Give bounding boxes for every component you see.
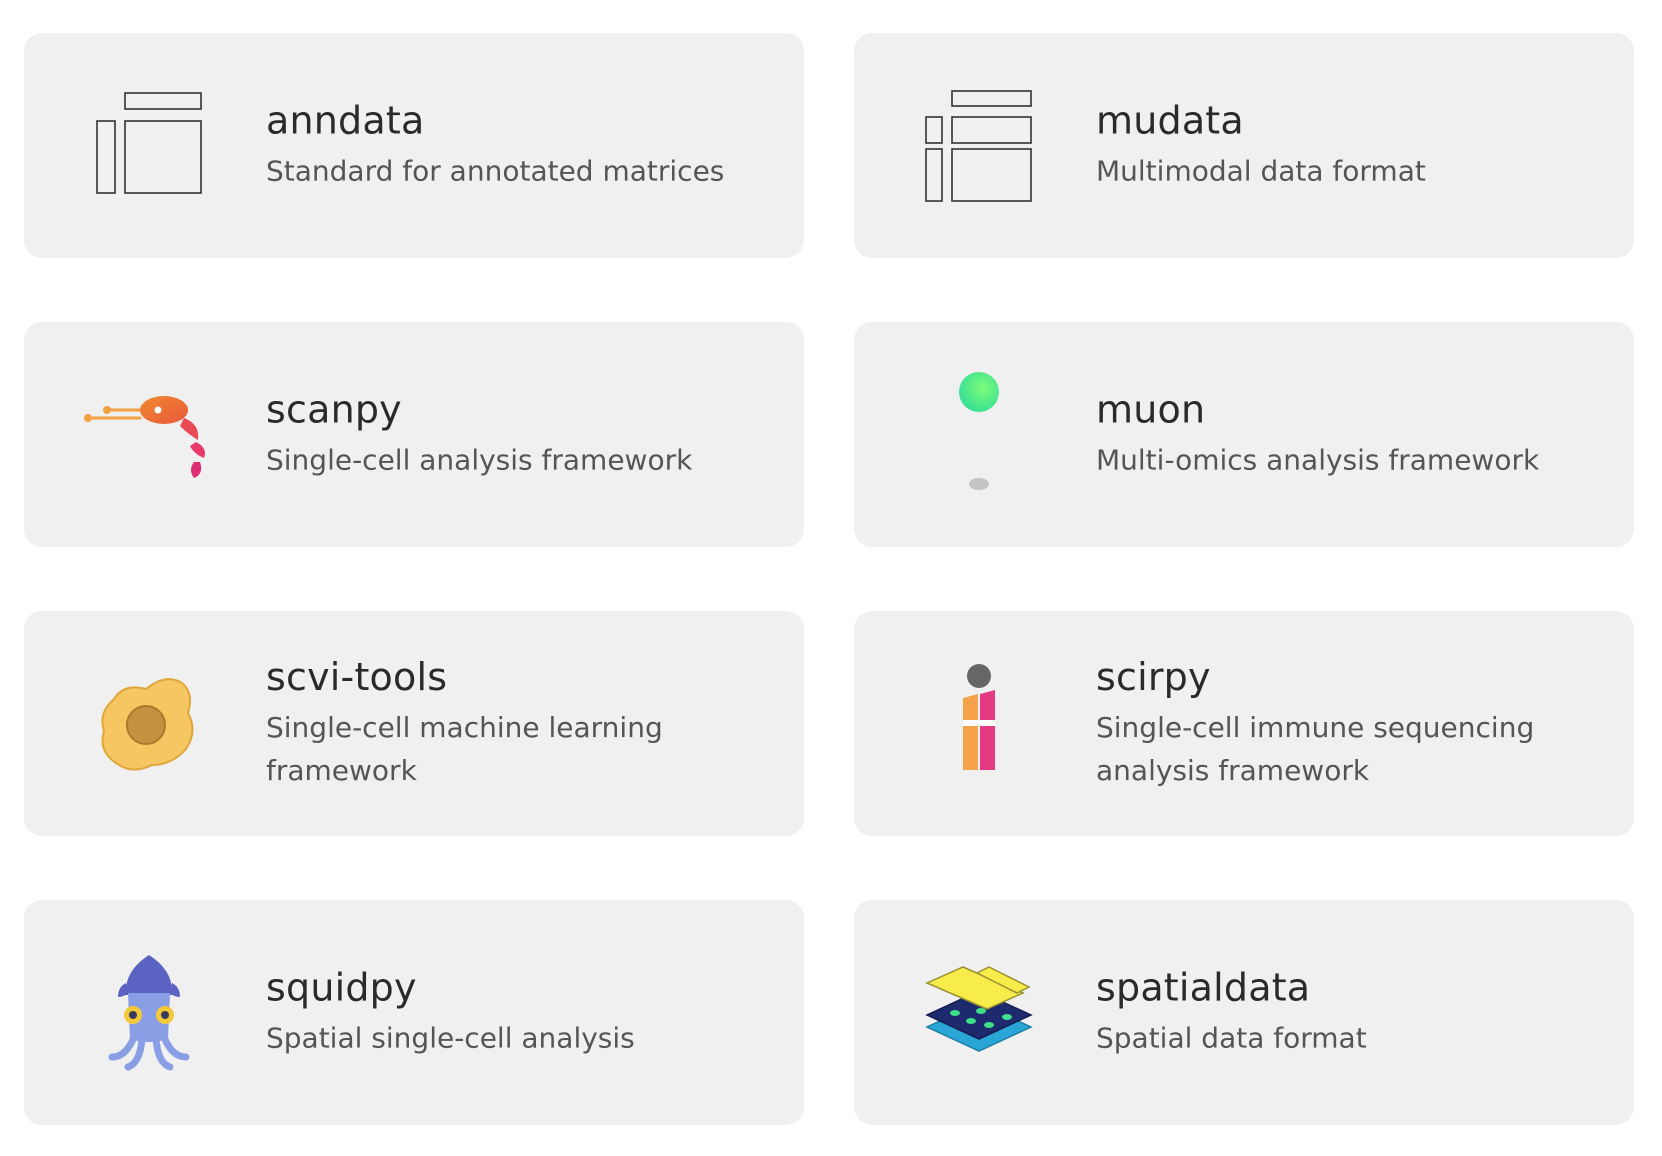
card-title: spatialdata [1096,965,1311,1010]
scvi-tools-egg-icon [84,659,214,789]
scanpy-shrimp-icon [84,370,214,500]
muon-particle-icon [914,370,1044,500]
card-description: Multimodal data format [1096,154,1426,188]
card-description: Spatial data format [1096,1021,1367,1055]
anndata-matrix-icon [84,81,214,211]
card-spatialdata[interactable]: spatialdata Spatial data format [854,900,1634,1125]
card-mudata[interactable]: mudata Multimodal data format [854,33,1634,258]
package-grid: anndata Standard for annotated matrices … [24,33,1634,1125]
card-description: Multi-omics analysis framework [1096,443,1540,477]
mudata-matrix-icon [914,81,1044,211]
card-description: Standard for annotated matrices [266,154,725,188]
card-description: Single-cell machine learning framework [266,710,663,788]
spatialdata-layers-icon [914,948,1044,1078]
card-title: squidpy [266,965,417,1010]
card-title: muon [1096,387,1206,432]
card-muon[interactable]: muon Multi-omics analysis framework [854,322,1634,547]
card-title: anndata [266,98,425,143]
card-description: Single-cell analysis framework [266,443,693,477]
card-title: mudata [1096,98,1244,143]
card-squidpy[interactable]: squidpy Spatial single-cell analysis [24,900,804,1125]
scirpy-i-icon [914,659,1044,789]
card-title: scirpy [1096,654,1211,699]
card-description: Spatial single-cell analysis [266,1021,635,1055]
card-scanpy[interactable]: scanpy Single-cell analysis framework [24,322,804,547]
card-anndata[interactable]: anndata Standard for annotated matrices [24,33,804,258]
card-scvi-tools[interactable]: scvi-tools Single-cell machine learning … [24,611,804,836]
card-description: Single-cell immune sequencing analysis f… [1096,710,1535,788]
card-scirpy[interactable]: scirpy Single-cell immune sequencing ana… [854,611,1634,836]
card-title: scvi-tools [266,654,448,699]
squidpy-squid-icon [84,948,214,1078]
card-title: scanpy [266,387,402,432]
